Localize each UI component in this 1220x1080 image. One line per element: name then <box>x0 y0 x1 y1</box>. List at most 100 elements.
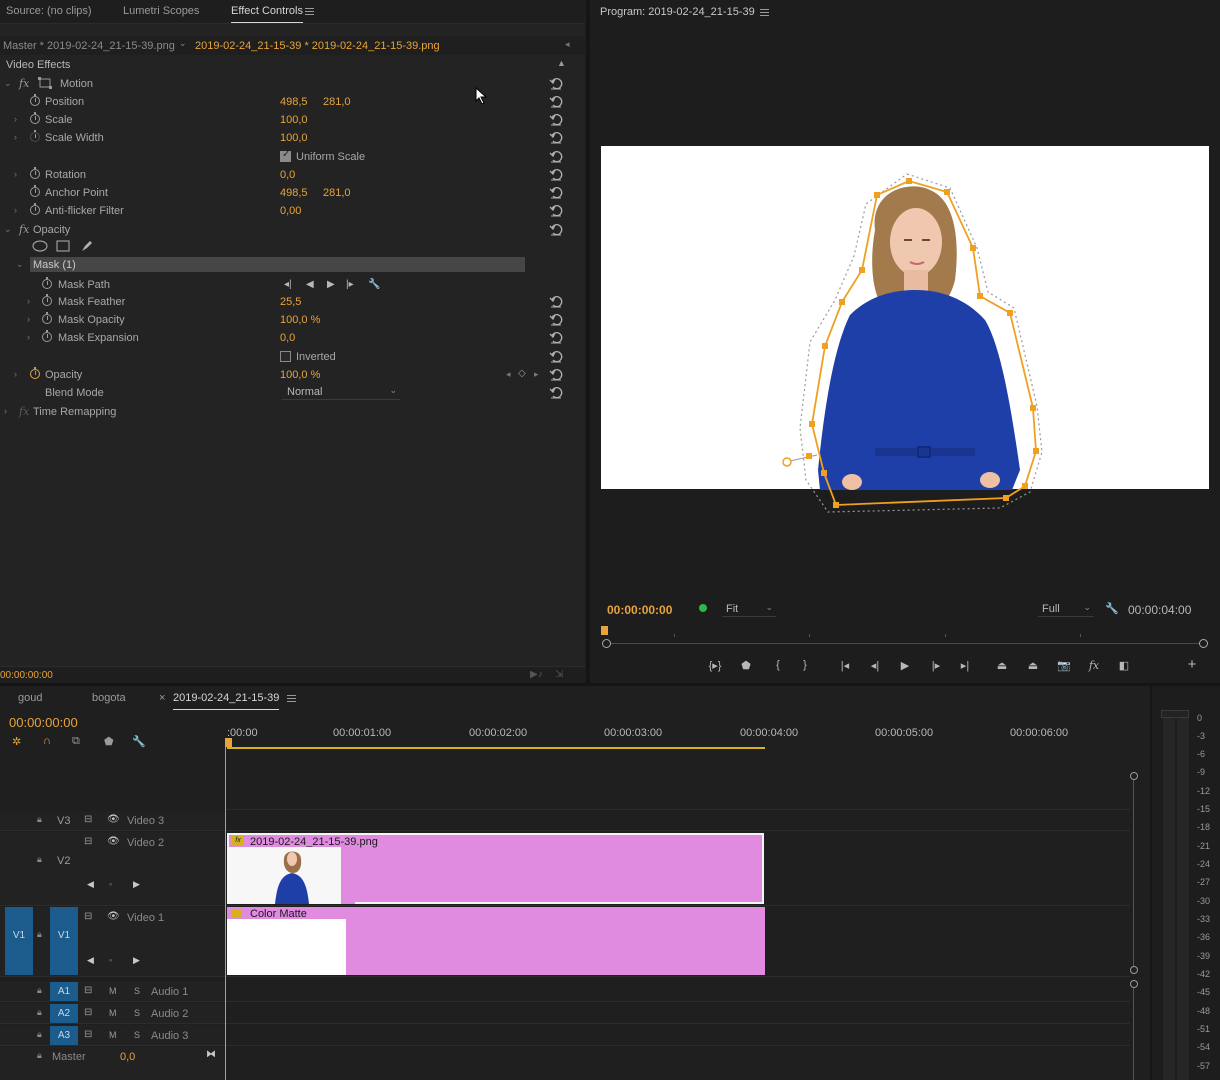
pen-mask-icon[interactable] <box>80 239 94 253</box>
opacity-row[interactable]: › Opacity 100,0 % ◂ ◇ ▸ <box>0 366 571 384</box>
add-marker-icon[interactable]: ⬟ <box>738 659 754 673</box>
expand-chevron-icon[interactable]: ⌄ <box>4 224 12 235</box>
panel-menu-icon[interactable] <box>287 695 296 702</box>
settings-wrench-icon[interactable]: 🔧 <box>1105 602 1119 615</box>
expand-chevron-icon[interactable]: › <box>14 169 17 179</box>
expand-chevron-icon[interactable]: › <box>14 369 17 379</box>
tab-sequence-bogota[interactable]: bogota <box>92 692 126 704</box>
inverted-row[interactable]: Inverted <box>0 348 571 366</box>
lift-icon[interactable]: ⏏ <box>994 659 1010 673</box>
clip-v2-image[interactable]: fx 2019-02-24_21-15-39.png <box>227 833 764 904</box>
mask-expansion-value[interactable]: 0,0 <box>280 332 295 344</box>
add-keyframe-icon[interactable]: ◦ <box>109 955 112 965</box>
add-marker-icon[interactable]: ⬟ <box>104 735 114 748</box>
track-lane-master[interactable] <box>225 1047 1130 1080</box>
tab-effect-controls[interactable]: Effect Controls <box>231 5 303 23</box>
sync-lock-icon[interactable]: ⊟ <box>84 1029 92 1040</box>
stopwatch-icon[interactable] <box>30 112 40 124</box>
uniform-scale-row[interactable]: Uniform Scale <box>0 148 571 166</box>
reset-icon[interactable] <box>549 131 563 144</box>
mute-button[interactable]: M <box>109 986 117 996</box>
reset-icon[interactable] <box>549 368 563 381</box>
timeline-timecode[interactable]: 00:00:00:00 <box>9 715 78 730</box>
prev-keyframe-icon[interactable]: ◂ <box>506 369 511 380</box>
timeline-settings-wrench-icon[interactable]: 🔧 <box>132 735 146 748</box>
prev-keyframe-icon[interactable]: ◀ <box>87 879 94 890</box>
reset-icon[interactable] <box>549 295 563 308</box>
mark-in-icon[interactable]: { <box>770 659 786 673</box>
reset-icon[interactable] <box>549 331 563 344</box>
solo-button[interactable]: S <box>134 986 140 996</box>
ellipse-mask-icon[interactable] <box>32 240 48 252</box>
inverted-checkbox[interactable] <box>280 351 291 362</box>
reset-icon[interactable] <box>549 313 563 326</box>
mask-header[interactable]: Mask (1) <box>30 257 525 272</box>
collapse-icon[interactable]: ◂ <box>565 39 570 50</box>
close-tab-icon[interactable]: × <box>159 692 165 704</box>
panel-divider[interactable] <box>586 0 590 683</box>
anchor-point-row[interactable]: Anchor Point 498,5 281,0 <box>0 184 571 202</box>
mute-button[interactable]: M <box>109 1030 117 1040</box>
sync-lock-icon[interactable]: ⊟ <box>84 1007 92 1018</box>
sync-lock-icon[interactable]: ⊟ <box>84 911 92 922</box>
lock-icon[interactable]: 🔒︎ <box>37 929 42 940</box>
expand-chevron-icon[interactable]: › <box>27 296 30 306</box>
reset-icon[interactable] <box>549 113 563 126</box>
stopwatch-icon[interactable] <box>30 94 40 106</box>
reset-icon[interactable] <box>549 386 563 399</box>
step-forward-icon[interactable]: |▸ <box>928 659 944 673</box>
zoom-fit-dropdown[interactable]: Fit ⌄ <box>722 602 776 617</box>
scale-row[interactable]: › Scale 100,0 <box>0 111 571 129</box>
resolution-dropdown[interactable]: Full ⌄ <box>1038 602 1094 617</box>
lock-icon[interactable]: 🔒︎ <box>37 1007 42 1018</box>
fx-bypass-icon[interactable]: fx <box>1086 659 1102 673</box>
lock-icon[interactable]: 🔒︎ <box>37 814 42 825</box>
scrubber-start-handle[interactable] <box>602 639 611 648</box>
expand-chevron-icon[interactable]: › <box>14 205 17 215</box>
stopwatch-icon[interactable] <box>30 185 40 197</box>
reset-icon[interactable] <box>549 186 563 199</box>
opacity-value[interactable]: 100,0 % <box>280 369 320 381</box>
play-audio-icon[interactable]: ▶♪ <box>530 669 543 680</box>
tab-sequence-goud[interactable]: goud <box>18 692 42 704</box>
blend-mode-dropdown[interactable]: Normal ⌄ <box>282 385 400 400</box>
scale-value[interactable]: 100,0 <box>280 114 308 126</box>
program-scrubber[interactable] <box>606 643 1204 644</box>
play-icon[interactable]: ▶ <box>897 659 913 673</box>
anchor-x-value[interactable]: 498,5 <box>280 187 308 199</box>
blend-mode-row[interactable]: Blend Mode Normal ⌄ <box>0 384 571 402</box>
reset-icon[interactable] <box>549 168 563 181</box>
anti-flicker-row[interactable]: › Anti-flicker Filter 0,00 <box>0 202 571 220</box>
step-back-icon[interactable]: ◂| <box>867 659 883 673</box>
stopwatch-icon[interactable] <box>42 294 52 306</box>
program-timecode[interactable]: 00:00:00:00 <box>607 603 672 617</box>
timeline-playhead-icon[interactable] <box>225 738 232 747</box>
eye-icon[interactable]: 👁︎ <box>107 911 120 922</box>
reset-icon[interactable] <box>549 350 563 363</box>
panel-menu-icon[interactable] <box>760 9 769 16</box>
wrench-icon[interactable]: 🔧 <box>368 279 380 290</box>
track-lane-a3[interactable] <box>225 1025 1130 1046</box>
linked-selection-icon[interactable]: ⧉ <box>72 735 80 748</box>
panel-menu-icon[interactable] <box>305 8 314 15</box>
expand-chevron-icon[interactable]: › <box>27 332 30 342</box>
track-backward-icon[interactable]: ◀ <box>306 279 314 290</box>
position-y-value[interactable]: 281,0 <box>323 96 351 108</box>
mark-in-out-icon[interactable]: {▸} <box>707 659 723 673</box>
mask-opacity-row[interactable]: › Mask Opacity 100,0 % <box>0 311 571 329</box>
expand-chevron-icon[interactable]: › <box>4 406 7 416</box>
track-forward-all-icon[interactable]: |▸ <box>346 279 354 290</box>
export-icon[interactable]: ⇲ <box>555 669 563 680</box>
go-to-end-icon[interactable]: ⧓ <box>206 1049 216 1060</box>
reset-icon[interactable] <box>549 150 563 163</box>
add-keyframe-icon[interactable]: ◦ <box>109 879 112 889</box>
mask-feather-row[interactable]: › Mask Feather 25,5 <box>0 293 571 311</box>
go-to-in-icon[interactable]: |◂ <box>837 659 853 673</box>
stopwatch-icon[interactable] <box>42 330 52 342</box>
eye-icon[interactable]: 👁︎ <box>107 814 120 825</box>
scrubber-end-handle[interactable] <box>1199 639 1208 648</box>
work-area-bar[interactable] <box>227 747 765 749</box>
rotation-row[interactable]: › Rotation 0,0 <box>0 166 571 184</box>
sync-lock-icon[interactable]: ⊟ <box>84 985 92 996</box>
track-target-v1[interactable]: V1 <box>50 907 78 975</box>
